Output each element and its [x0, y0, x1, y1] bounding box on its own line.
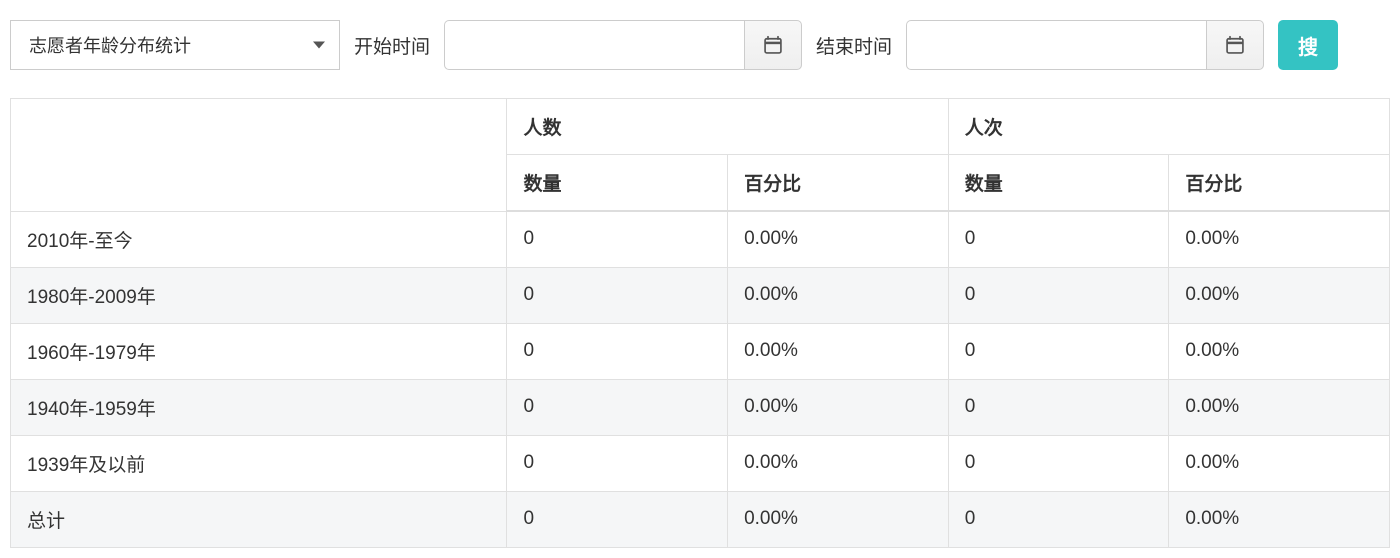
- chevron-down-icon: [313, 42, 325, 49]
- start-time-calendar-button[interactable]: [744, 20, 802, 70]
- start-time-group: [444, 20, 802, 70]
- row-people-percent: 0.00%: [728, 211, 949, 267]
- calendar-icon: [763, 35, 783, 55]
- row-people-count: 0: [507, 323, 728, 379]
- row-label: 1940年-1959年: [11, 379, 507, 435]
- end-time-input[interactable]: [906, 20, 1206, 70]
- col-header-blank: [11, 99, 507, 212]
- row-label: 1980年-2009年: [11, 267, 507, 323]
- row-people-count: 0: [507, 211, 728, 267]
- row-people-count: 0: [507, 491, 728, 547]
- row-label: 1939年及以前: [11, 435, 507, 491]
- row-visits-count: 0: [948, 379, 1169, 435]
- report-type-select[interactable]: 志愿者年龄分布统计: [10, 20, 340, 70]
- table-row: 总计00.00%00.00%: [11, 491, 1390, 547]
- row-visits-count: 0: [948, 211, 1169, 267]
- calendar-icon: [1225, 35, 1245, 55]
- col-subheader-people-percent: 百分比: [728, 155, 949, 212]
- row-visits-percent: 0.00%: [1169, 323, 1390, 379]
- row-visits-percent: 0.00%: [1169, 211, 1390, 267]
- end-time-label: 结束时间: [816, 32, 892, 59]
- table-row: 1960年-1979年00.00%00.00%: [11, 323, 1390, 379]
- end-time-calendar-button[interactable]: [1206, 20, 1264, 70]
- col-header-people: 人数: [507, 99, 948, 155]
- start-time-input[interactable]: [444, 20, 744, 70]
- row-visits-count: 0: [948, 491, 1169, 547]
- col-header-visits: 人次: [948, 99, 1389, 155]
- row-people-count: 0: [507, 267, 728, 323]
- row-people-count: 0: [507, 379, 728, 435]
- table-row: 1940年-1959年00.00%00.00%: [11, 379, 1390, 435]
- row-visits-percent: 0.00%: [1169, 491, 1390, 547]
- row-visits-count: 0: [948, 267, 1169, 323]
- row-label: 总计: [11, 491, 507, 547]
- table-row: 2010年-至今00.00%00.00%: [11, 211, 1390, 267]
- end-time-group: [906, 20, 1264, 70]
- filter-bar: 志愿者年龄分布统计 开始时间 结束时间: [10, 20, 1390, 70]
- row-visits-percent: 0.00%: [1169, 435, 1390, 491]
- row-visits-percent: 0.00%: [1169, 267, 1390, 323]
- row-visits-count: 0: [948, 323, 1169, 379]
- row-people-percent: 0.00%: [728, 323, 949, 379]
- row-people-percent: 0.00%: [728, 379, 949, 435]
- stats-table: 人数 人次 数量 百分比 数量 百分比 2010年-至今00.00%00.00%…: [10, 98, 1390, 548]
- row-visits-count: 0: [948, 435, 1169, 491]
- col-subheader-visits-count: 数量: [948, 155, 1169, 212]
- row-visits-percent: 0.00%: [1169, 379, 1390, 435]
- row-people-percent: 0.00%: [728, 267, 949, 323]
- table-row: 1980年-2009年00.00%00.00%: [11, 267, 1390, 323]
- row-people-percent: 0.00%: [728, 435, 949, 491]
- row-people-percent: 0.00%: [728, 491, 949, 547]
- row-label: 1960年-1979年: [11, 323, 507, 379]
- col-subheader-visits-percent: 百分比: [1169, 155, 1390, 212]
- start-time-label: 开始时间: [354, 32, 430, 59]
- row-label: 2010年-至今: [11, 211, 507, 267]
- row-people-count: 0: [507, 435, 728, 491]
- table-row: 1939年及以前00.00%00.00%: [11, 435, 1390, 491]
- report-type-selected: 志愿者年龄分布统计: [29, 32, 191, 58]
- search-button[interactable]: 搜: [1278, 20, 1338, 70]
- col-subheader-people-count: 数量: [507, 155, 728, 212]
